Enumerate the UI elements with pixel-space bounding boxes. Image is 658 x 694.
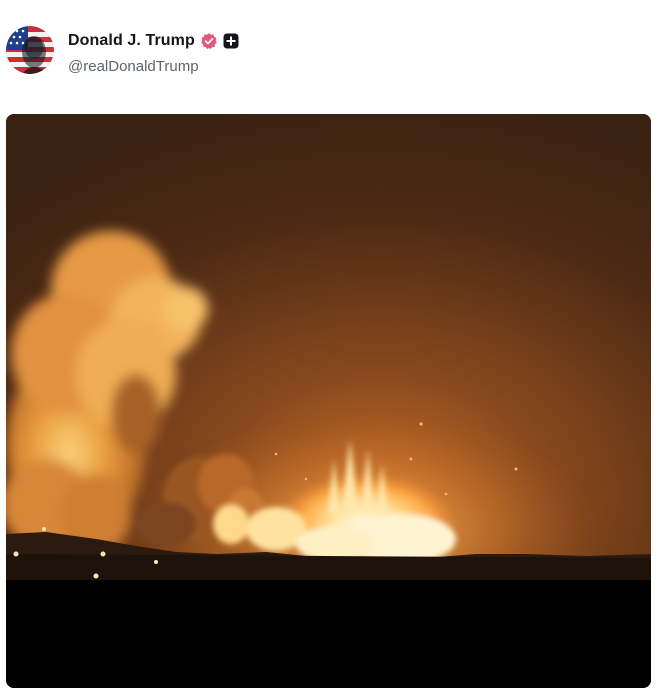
author-handle[interactable]: @realDonaldTrump xyxy=(68,58,239,75)
plus-badge-icon xyxy=(223,33,239,49)
author-names: Donald J. Trump @realDonaldTrump xyxy=(68,30,239,75)
avatar[interactable] xyxy=(6,26,54,74)
post-header: Donald J. Trump @realDonaldTrump xyxy=(6,26,239,75)
post-video[interactable] xyxy=(6,114,651,688)
verified-badge-icon xyxy=(201,33,217,50)
display-name[interactable]: Donald J. Trump xyxy=(68,32,195,50)
post-card: Donald J. Trump @realDonaldTrump xyxy=(0,0,658,694)
name-row: Donald J. Trump xyxy=(68,30,239,52)
explosion-night-video-still xyxy=(6,114,651,688)
